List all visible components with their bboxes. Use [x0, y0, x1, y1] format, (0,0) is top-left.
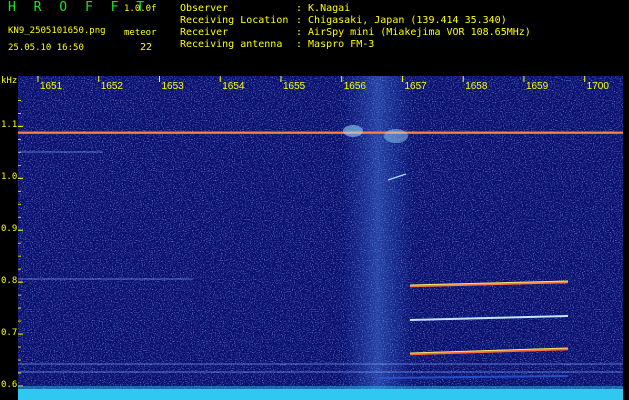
bottom-noise-band [18, 389, 623, 400]
x-tick-label: 1654 [222, 81, 245, 92]
x-tick-label: 1657 [404, 81, 427, 92]
receiver-value: : AirSpy mini (Miakejima VOR 108.65MHz) [296, 27, 531, 38]
noise-field [18, 76, 623, 400]
y-tick-label: 0.8 [1, 276, 18, 287]
meteor-count: 22 [140, 42, 153, 53]
y-tick-label: 0.9 [1, 224, 18, 235]
meteor-label: meteor [124, 28, 157, 38]
y-axis-unit: kHz [1, 76, 18, 86]
bottom-noise-fringe [18, 386, 623, 390]
x-tick-label: 1653 [161, 81, 184, 92]
location-label: Receiving Location [180, 15, 289, 26]
x-tick-label: 1652 [101, 81, 124, 92]
observer-label: Observer [180, 3, 229, 14]
x-tick-label: 1651 [40, 81, 63, 92]
observer-value: : K.Nagai [296, 3, 351, 14]
location-value: : Chigasaki, Japan (139.414 35.340) [296, 15, 507, 26]
y-tick-label: 0.6 [1, 379, 18, 390]
version-label: 1.0.0f [124, 4, 157, 14]
x-tick-label: 1655 [283, 81, 306, 92]
x-tick-label: 1659 [526, 81, 549, 92]
antenna-label: Receiving antenna [180, 39, 283, 50]
receiver-label: Receiver [180, 27, 229, 38]
burst-band [343, 76, 413, 400]
burst-spot [343, 125, 363, 137]
header-panel: H R O F F T 1.0.0f KN9_2505101650.png me… [0, 0, 629, 76]
y-tick-label: 1.1 [1, 120, 18, 131]
burst-spot [384, 129, 408, 143]
filename-label: KN9_2505101650.png [8, 26, 106, 36]
y-tick-label: 1.0 [1, 172, 18, 183]
spectrogram-svg: 1651 1652 1653 1654 1655 1656 1657 1658 1659 1700 [18, 76, 623, 400]
x-tick-label: 1656 [344, 81, 367, 92]
antenna-value: : Maspro FM-3 [296, 39, 375, 50]
y-tick-label: 0.7 [1, 328, 18, 339]
x-tick-label: 1700 [587, 81, 610, 92]
x-tick-label: 1658 [465, 81, 488, 92]
datetime-label: 25.05.10 16:50 [8, 43, 84, 53]
spectrogram-plot: 1651 1652 1653 1654 1655 1656 1657 1658 1659 1700 [18, 76, 623, 400]
